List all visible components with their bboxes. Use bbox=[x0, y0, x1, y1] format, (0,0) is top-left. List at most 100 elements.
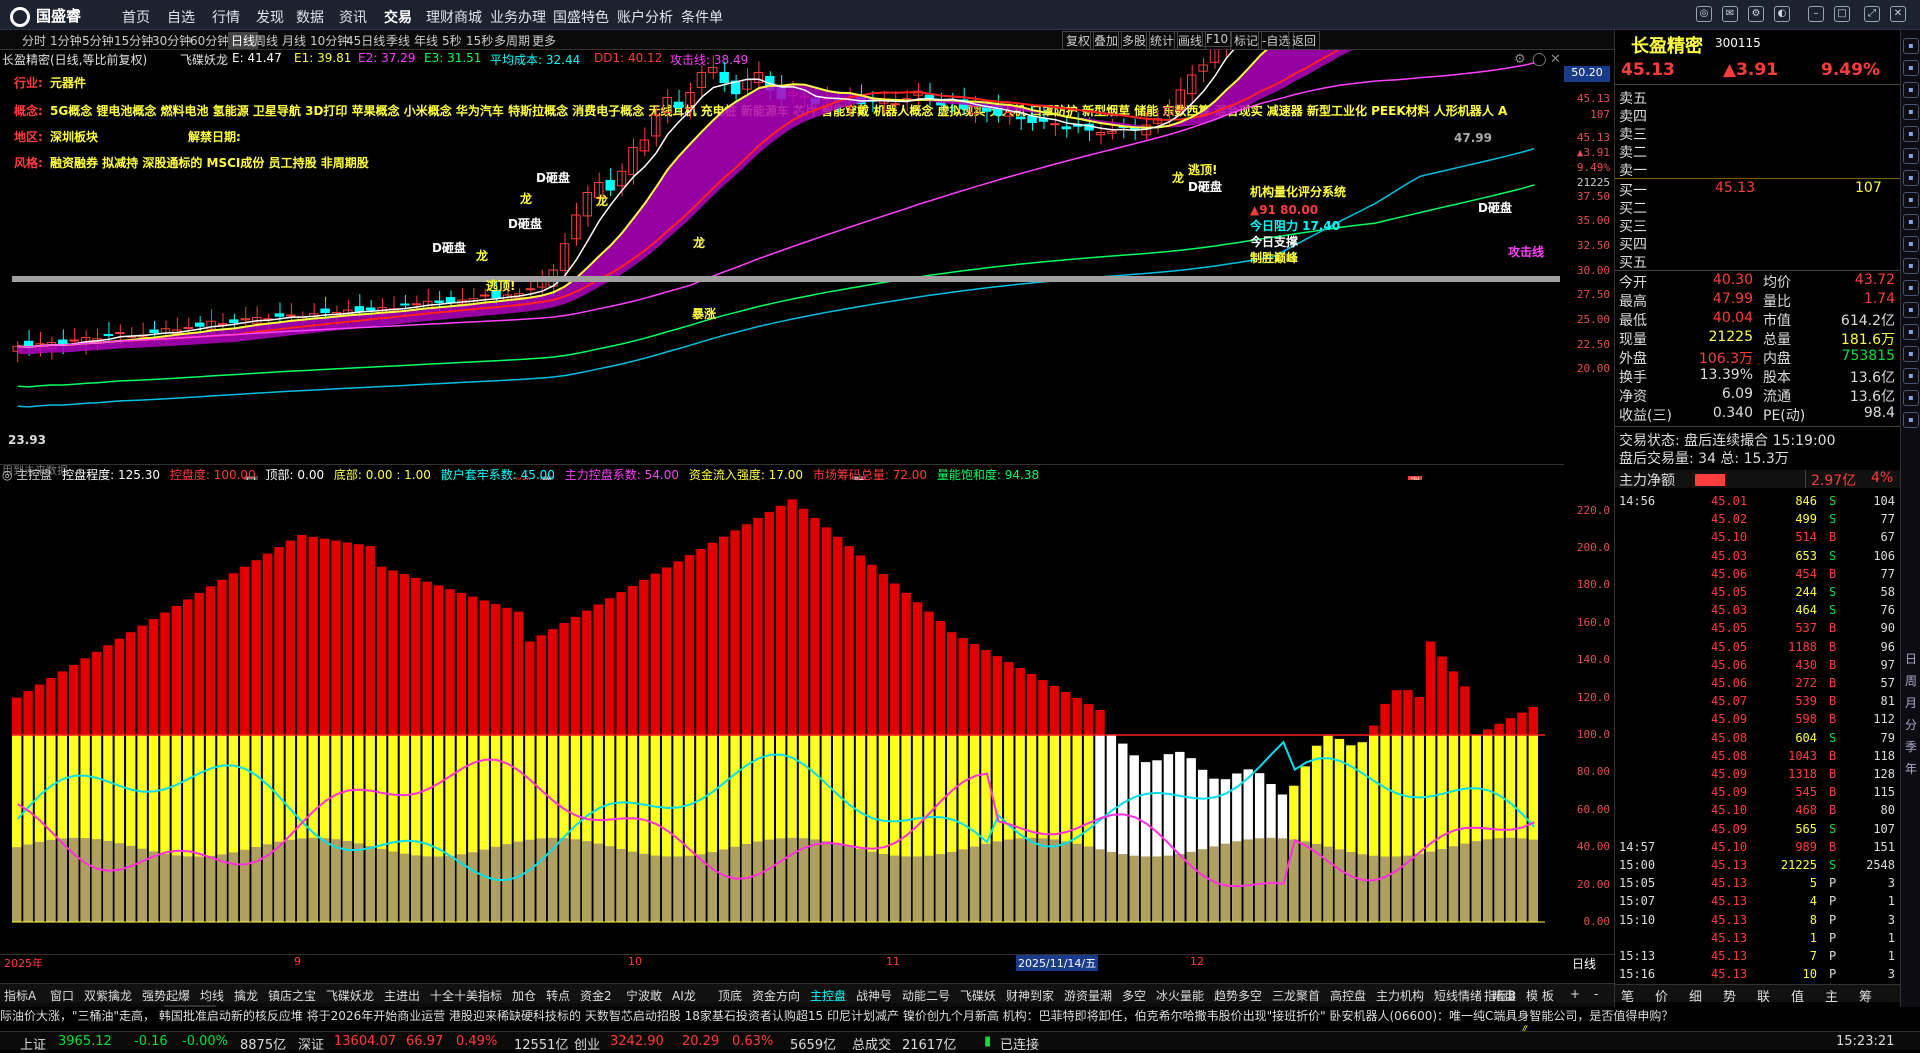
indicator-tab-7[interactable]: 飞碟妖龙 bbox=[326, 987, 374, 1004]
message-icon[interactable]: ✉ bbox=[1722, 6, 1738, 22]
period-8[interactable]: 月线 bbox=[282, 32, 306, 49]
skin-icon[interactable]: ◐ bbox=[1774, 6, 1790, 22]
quote-tab-2[interactable]: 细 bbox=[1689, 986, 1702, 1005]
sidebar-tool-icon[interactable]: ▪ bbox=[1903, 368, 1919, 384]
settings-icon[interactable]: ⚙ bbox=[1748, 6, 1764, 22]
period-9[interactable]: 10分钟 bbox=[310, 32, 349, 49]
nav-3[interactable]: 发现 bbox=[256, 7, 284, 27]
indicator-tab-4[interactable]: 均线 bbox=[200, 987, 224, 1004]
indicator-tab-21[interactable]: 财神到家 bbox=[1006, 987, 1054, 1004]
nav-2[interactable]: 行情 bbox=[212, 7, 240, 27]
indicator-tab-17[interactable]: 主控盘 bbox=[810, 987, 846, 1004]
sidebar-tool-icon[interactable]: ▪ bbox=[1903, 346, 1919, 362]
period-14[interactable]: 15秒 bbox=[466, 32, 493, 49]
sidebar-tool-icon[interactable]: ▪ bbox=[1903, 38, 1919, 54]
indicator-tab-2[interactable]: 双紫擒龙 bbox=[84, 987, 132, 1004]
indicator-tab-right-0[interactable]: 指标B bbox=[1484, 987, 1516, 1004]
sidebar-tool-icon[interactable]: ▪ bbox=[1903, 236, 1919, 252]
indicator-tab-0[interactable]: 指标A bbox=[4, 987, 36, 1004]
nav-0[interactable]: 首页 bbox=[122, 7, 150, 27]
quote-tab-5[interactable]: 值 bbox=[1791, 986, 1804, 1005]
chat-icon[interactable]: ◎ bbox=[1696, 6, 1712, 22]
indicator-tab-25[interactable]: 趋势多空 bbox=[1214, 987, 1262, 1004]
indicator-tab-27[interactable]: 高控盘 bbox=[1330, 987, 1366, 1004]
sidebar-tool-icon[interactable]: ▪ bbox=[1903, 104, 1919, 120]
indicator-tab-12[interactable]: 资金2 bbox=[580, 987, 612, 1004]
quote-tab-7[interactable]: 筹 bbox=[1859, 986, 1872, 1005]
indicator-tab-16[interactable]: 资金方向 bbox=[752, 987, 800, 1004]
sidebar-tool-icon[interactable]: ▪ bbox=[1903, 148, 1919, 164]
period-5[interactable]: 60分钟 bbox=[190, 32, 229, 49]
indicator-tab-20[interactable]: 飞碟妖 bbox=[960, 987, 996, 1004]
sidebar-tool-icon[interactable]: ▪ bbox=[1903, 258, 1919, 274]
news-ticker-text[interactable]: 际油价大涨，"三桶油"走高， 韩国批准启动新的核反应堆 将于2026年开始商业运… bbox=[0, 1009, 1673, 1023]
nav-1[interactable]: 自选 bbox=[167, 7, 195, 27]
quote-tab-1[interactable]: 价 bbox=[1655, 986, 1668, 1005]
indicator-tab-24[interactable]: 冰火量能 bbox=[1156, 987, 1204, 1004]
indicator-tab-19[interactable]: 动能二号 bbox=[902, 987, 950, 1004]
sidebar-tool-icon[interactable]: ▪ bbox=[1903, 412, 1919, 428]
indicator-tab-22[interactable]: 游资量潮 bbox=[1064, 987, 1112, 1004]
indicator-tab-3[interactable]: 强势起爆 bbox=[142, 987, 190, 1004]
period-15[interactable]: 多周期 bbox=[494, 32, 530, 49]
indicator-tab-11[interactable]: 转点 bbox=[546, 987, 570, 1004]
period-4[interactable]: 30分钟 bbox=[152, 32, 191, 49]
period-1[interactable]: 1分钟 bbox=[50, 32, 82, 49]
nav-6[interactable]: 交易 bbox=[384, 7, 412, 27]
indicator-tab-9[interactable]: 十全十美指标 bbox=[430, 987, 502, 1004]
cy-index[interactable]: 3242.90 bbox=[610, 1034, 664, 1049]
sidebar-tool-icon[interactable]: ▪ bbox=[1903, 60, 1919, 76]
nav-5[interactable]: 资讯 bbox=[339, 7, 367, 27]
indicator-tab-13[interactable]: 宁波敢 bbox=[626, 987, 662, 1004]
maximize-icon[interactable]: ⤢ bbox=[1864, 6, 1880, 22]
minimize-icon[interactable]: – bbox=[1808, 6, 1824, 22]
indicator-tab-right-1[interactable]: 模 板 bbox=[1526, 987, 1554, 1004]
quote-tab-0[interactable]: 笔 bbox=[1621, 986, 1634, 1005]
nav-10[interactable]: 账户分析 bbox=[617, 7, 673, 27]
indicator-tab-8[interactable]: 主进出 bbox=[384, 987, 420, 1004]
indicator-tab-29[interactable]: 短线情绪 bbox=[1434, 987, 1482, 1004]
indicator-tab-6[interactable]: 镇店之宝 bbox=[268, 987, 316, 1004]
toolbar-btn-8[interactable]: 返回 bbox=[1288, 31, 1321, 50]
app-logo[interactable]: 国盛睿 bbox=[10, 5, 81, 27]
sidebar-period-1[interactable]: 周 bbox=[1905, 672, 1917, 689]
nav-7[interactable]: 理财商城 bbox=[426, 7, 482, 27]
period-10[interactable]: 45日线 bbox=[346, 32, 385, 49]
indicator-tab-5[interactable]: 擒龙 bbox=[234, 987, 258, 1004]
period-2[interactable]: 5分钟 bbox=[82, 32, 114, 49]
sidebar-tool-icon[interactable]: ▪ bbox=[1903, 170, 1919, 186]
indicator-tab-28[interactable]: 主力机构 bbox=[1376, 987, 1424, 1004]
nav-4[interactable]: 数据 bbox=[296, 7, 324, 27]
period-11[interactable]: 季线 bbox=[386, 32, 410, 49]
sidebar-tool-icon[interactable]: ▪ bbox=[1903, 214, 1919, 230]
period-3[interactable]: 15分钟 bbox=[114, 32, 153, 49]
indicator-tab-10[interactable]: 加仓 bbox=[512, 987, 536, 1004]
period-16[interactable]: 更多 bbox=[532, 32, 556, 49]
news-ticker[interactable]: 际油价大涨，"三桶油"走高， 韩国批准启动新的核反应堆 将于2026年开始商业运… bbox=[0, 1007, 1920, 1025]
period-0[interactable]: 分时 bbox=[22, 32, 46, 49]
sidebar-period-2[interactable]: 月 bbox=[1905, 694, 1917, 711]
indicator-tab-14[interactable]: AI龙 bbox=[672, 987, 696, 1004]
nav-11[interactable]: 条件单 bbox=[681, 7, 723, 27]
sidebar-tool-icon[interactable]: ▪ bbox=[1903, 324, 1919, 340]
indicator-tab-right-2[interactable]: + bbox=[1570, 987, 1580, 1001]
quote-tab-6[interactable]: 主 bbox=[1825, 986, 1838, 1005]
sidebar-period-0[interactable]: 日 bbox=[1905, 650, 1917, 667]
kline-chart-area[interactable]: 分时 1分钟 5分钟 15分钟 30分钟 60分钟 日线 周线 月线 10分钟 45日线 季线 年线 5秒… bbox=[0, 30, 1614, 1038]
sidebar-period-5[interactable]: 年 bbox=[1905, 760, 1917, 777]
restore-icon[interactable]: □ bbox=[1834, 6, 1850, 22]
indicator-tab-15[interactable]: 顶底 bbox=[718, 987, 742, 1004]
sidebar-period-3[interactable]: 分 bbox=[1905, 716, 1917, 733]
indicator-tab-26[interactable]: 三龙聚首 bbox=[1272, 987, 1320, 1004]
sh-index[interactable]: 3965.12 bbox=[58, 1034, 112, 1049]
period-12[interactable]: 年线 bbox=[414, 32, 438, 49]
sidebar-tool-icon[interactable]: ▪ bbox=[1903, 302, 1919, 318]
quote-tab-4[interactable]: 联 bbox=[1757, 986, 1770, 1005]
nav-8[interactable]: 业务办理 bbox=[490, 7, 546, 27]
close-icon[interactable]: ✕ bbox=[1890, 6, 1906, 22]
candlestick-chart[interactable]: D砸盘D砸盘D砸盘D砸盘D砸盘龙龙 龙龙龙逃顶!逃顶!暴涨攻击线机构量化评分系统▲… bbox=[0, 50, 1564, 480]
indicator-tab-1[interactable]: 窗口 bbox=[50, 987, 74, 1004]
period-7[interactable]: 周线 bbox=[254, 32, 278, 49]
sidebar-tool-icon[interactable]: ▪ bbox=[1903, 390, 1919, 406]
sidebar-period-4[interactable]: 季 bbox=[1905, 738, 1917, 755]
